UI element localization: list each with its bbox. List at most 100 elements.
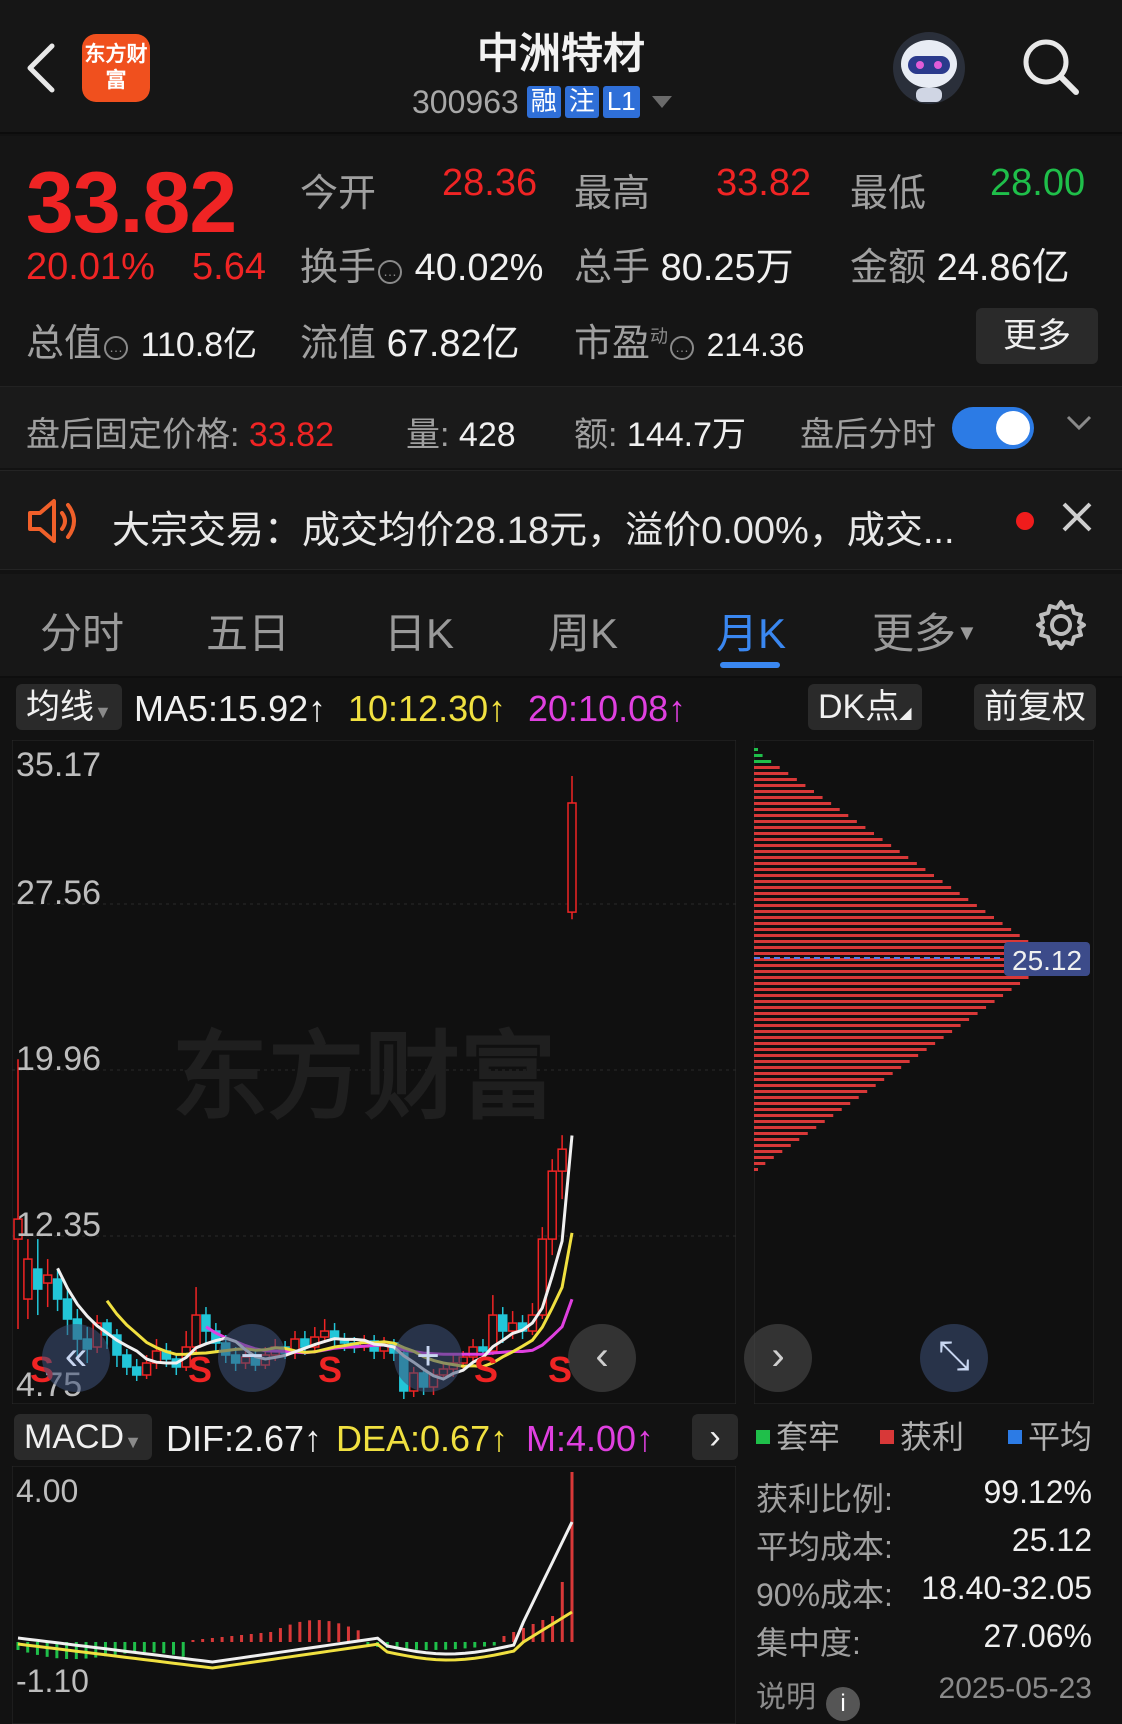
macd-row: MACD▼ DIF:2.67↑ DEA:0.67↑ M:4.00↑ ›: [0, 1408, 740, 1466]
active-tab-indicator: [720, 662, 780, 668]
ma-selector[interactable]: 均线▼: [16, 684, 122, 730]
macd-bar: [45, 1642, 49, 1657]
tab-more[interactable]: 更多▼: [872, 600, 978, 661]
avg-cost-label: 25.12: [1012, 945, 1082, 976]
candle-body: [62, 1298, 73, 1320]
indicator-row: 均线▼ MA5:15.92↑ 10:12.30↑ 20:10.08↑ DK点◢ …: [0, 680, 1122, 736]
turnover-cell[interactable]: 换手… 40.02%: [300, 236, 543, 291]
pe-cell[interactable]: 市盈动… 214.36: [574, 312, 804, 367]
mktcap-cell[interactable]: 总值… 110.8亿: [26, 312, 257, 367]
macd-bar: [483, 1642, 487, 1647]
macd-bar: [201, 1639, 205, 1642]
unread-dot: [1016, 512, 1034, 530]
macd-bar: [298, 1621, 302, 1642]
macd-bar: [444, 1642, 448, 1650]
sell-signal: S: [188, 1349, 212, 1390]
chip-bar: [754, 1096, 859, 1099]
chip-bar: [754, 862, 917, 865]
scroll-right-button[interactable]: ›: [744, 1324, 812, 1392]
app-header: 东方财富 中洲特材 300963 融 注 L1: [0, 0, 1122, 134]
note-row[interactable]: 说明 i 2025-05-23: [756, 1672, 1092, 1721]
tab-five-day[interactable]: 五日: [206, 600, 290, 661]
macd-selector-label: MACD: [24, 1418, 125, 1456]
legend-profit: 获利: [880, 1412, 964, 1458]
amount-value: 24.86亿: [936, 247, 1070, 289]
after-hours-price: 盘后固定价格: 33.82: [26, 407, 334, 456]
level-tag: L1: [602, 86, 640, 118]
macd-bar: [220, 1637, 224, 1642]
eastmoney-logo[interactable]: 东方财富: [82, 34, 150, 102]
after-hours-price-value: 33.82: [248, 416, 334, 454]
info-icon[interactable]: i: [826, 1687, 860, 1721]
back-arrow-icon[interactable]: [22, 40, 62, 96]
high-label: 最高: [574, 173, 651, 215]
macd-bar: [230, 1636, 234, 1642]
chip-bar: [754, 826, 866, 829]
chip-bar: [754, 1000, 995, 1003]
dk-point-button[interactable]: DK点◢: [808, 684, 922, 730]
chip-bar: [754, 838, 883, 841]
assistant-robot-icon[interactable]: [886, 28, 972, 108]
legend-average: 平均: [1008, 1412, 1092, 1458]
sell-signal: S: [318, 1349, 342, 1390]
macd-bar: [181, 1642, 185, 1657]
after-hours-toggle[interactable]: [952, 407, 1034, 449]
macd-bar: [453, 1642, 457, 1650]
high-value: 33.82: [716, 162, 812, 204]
chip-bar: [754, 820, 857, 823]
watermark: 东方财富: [172, 1021, 556, 1133]
close-icon[interactable]: [1060, 500, 1094, 534]
monthly-k-chart[interactable]: 东方财富 35.17 27.56 19.96 12.35 4.75 S S S …: [12, 740, 736, 1404]
tab-weekly-k[interactable]: 周K: [548, 600, 618, 661]
mktcap-label: 总值: [26, 323, 103, 365]
chevron-down-icon[interactable]: [1064, 407, 1094, 437]
chevron-right-icon[interactable]: ›: [692, 1414, 738, 1460]
chip-bar: [754, 946, 1037, 949]
macd-bar: [269, 1632, 273, 1642]
forward-adjust-button[interactable]: 前复权: [974, 684, 1096, 730]
more-button[interactable]: 更多: [976, 308, 1098, 364]
fullscreen-icon[interactable]: ⤡: [920, 1324, 988, 1392]
caret-down-icon[interactable]: [651, 96, 672, 108]
chip-bar: [754, 802, 832, 805]
tab-timeshare[interactable]: 分时: [40, 600, 124, 661]
tab-monthly-k[interactable]: 月K: [716, 600, 786, 661]
chip-bar: [754, 772, 789, 775]
after-hours-amount-label: 额:: [574, 416, 618, 454]
macd-bar: [288, 1624, 292, 1642]
caret-down-icon: ▼: [94, 702, 112, 722]
bulk-trade-banner[interactable]: 大宗交易：成交均价28.18元，溢价0.00%，成交...: [0, 470, 1122, 570]
scroll-left-fast-button[interactable]: «: [42, 1324, 110, 1392]
chip-bar: [754, 928, 1012, 931]
after-hours-price-label: 盘后固定价格:: [26, 416, 240, 454]
macd-bar: [560, 1582, 564, 1642]
macd-bar: [473, 1642, 477, 1648]
macd-bar: [191, 1640, 195, 1642]
chip-bar: [754, 1108, 842, 1111]
stock-code-row[interactable]: 300963 融 注 L1: [412, 84, 672, 120]
scroll-left-button[interactable]: ‹: [568, 1324, 636, 1392]
chip-bar: [754, 1060, 910, 1063]
stock-name[interactable]: 中洲特材: [380, 20, 742, 81]
sell-signal: S: [474, 1349, 498, 1390]
macd-bar: [346, 1626, 350, 1642]
macd-selector[interactable]: MACD▼: [14, 1414, 152, 1460]
tab-daily-k[interactable]: 日K: [384, 600, 454, 661]
macd-bar: [531, 1624, 535, 1642]
pe-value: 214.36: [706, 327, 805, 363]
search-icon[interactable]: [1018, 34, 1084, 100]
chip-bar: [754, 892, 960, 895]
macd-bar: [414, 1642, 418, 1650]
y-label-3: 19.96: [16, 1040, 101, 1078]
note-label: 说明: [756, 1681, 816, 1714]
pe-superscript: 动: [650, 326, 669, 347]
volume-label: 总手: [574, 247, 651, 289]
legend-trapped: 套牢: [756, 1412, 840, 1458]
zoom-in-button[interactable]: +: [394, 1324, 462, 1392]
chip-bar: [754, 748, 758, 751]
chip-bar: [754, 808, 840, 811]
gear-icon[interactable]: [1034, 598, 1088, 652]
amount-label: 金额: [850, 247, 927, 289]
zoom-out-button[interactable]: −: [218, 1324, 286, 1392]
pe-label: 市盈: [574, 323, 651, 365]
